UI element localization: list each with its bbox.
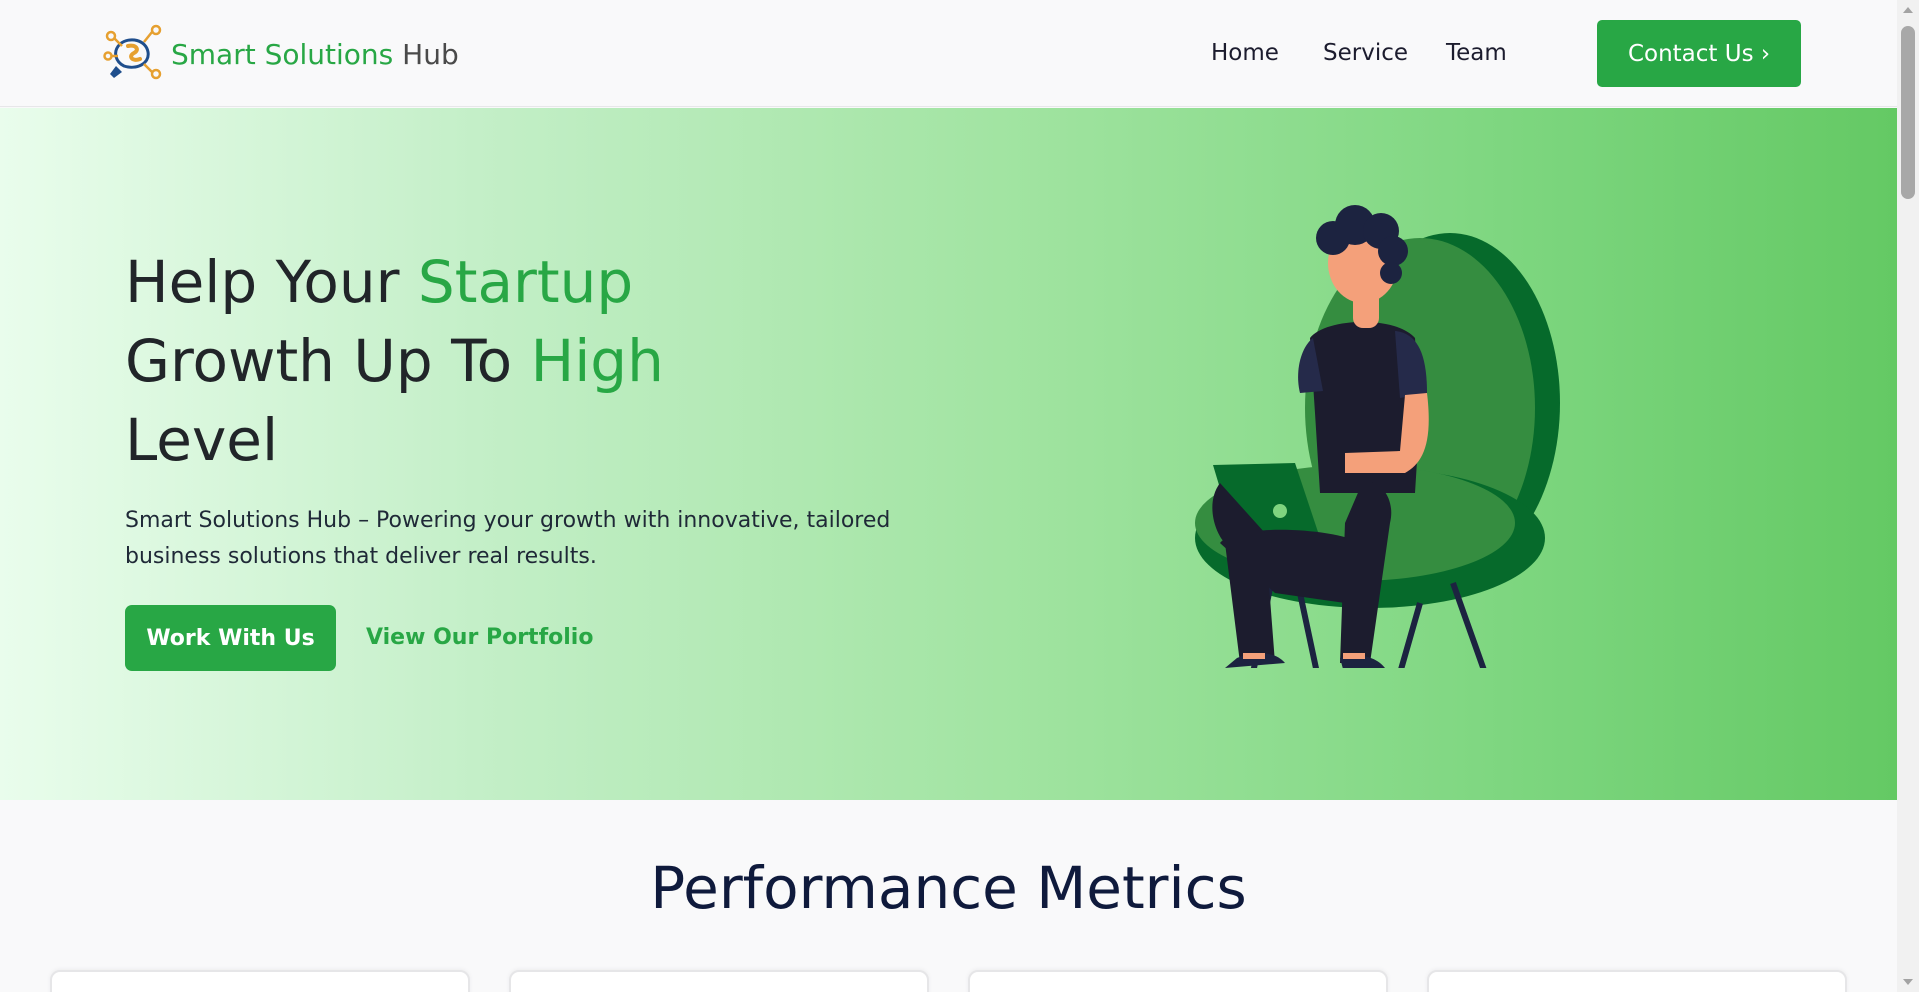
metric-card — [509, 970, 929, 992]
hero-title: Help Your Startup Growth Up To High Leve… — [125, 243, 825, 480]
brand-name: Smart Solutions Hub — [171, 38, 459, 71]
metric-card — [968, 970, 1388, 992]
nav-home-link[interactable]: Home — [1211, 40, 1279, 66]
hero-description: Smart Solutions Hub – Powering your grow… — [125, 508, 891, 569]
brand[interactable]: Smart Solutions Hub — [102, 22, 459, 86]
vertical-scrollbar[interactable] — [1897, 0, 1919, 992]
metric-card — [1427, 970, 1847, 992]
scroll-up-arrow-icon[interactable] — [1901, 3, 1915, 17]
brand-name-secondary: Hub — [402, 37, 459, 71]
hero-title-highlight: Startup — [417, 248, 634, 316]
hero-title-text: Growth Up To — [125, 327, 531, 395]
metric-card — [50, 970, 470, 992]
work-with-us-button[interactable]: Work With Us — [125, 605, 336, 671]
scroll-down-arrow-icon[interactable] — [1901, 975, 1915, 989]
hero-title-highlight: High — [530, 327, 664, 395]
site-header: Smart Solutions Hub Home Service Team Co… — [0, 0, 1897, 107]
lightbulb-network-logo-icon — [103, 24, 162, 80]
contact-us-button[interactable]: Contact Us › — [1597, 20, 1801, 87]
nav-team-link[interactable]: Team — [1446, 40, 1507, 66]
person-with-laptop-illustration — [1195, 205, 1560, 668]
nav-service-link[interactable]: Service — [1323, 40, 1408, 66]
hero-title-text: Level — [125, 406, 279, 474]
view-portfolio-link[interactable]: View Our Portfolio — [366, 620, 593, 656]
brand-name-primary: Smart Solutions — [171, 37, 394, 71]
hero-section: Help Your Startup Growth Up To High Leve… — [0, 108, 1897, 800]
scrollbar-thumb[interactable] — [1901, 26, 1915, 199]
page: Smart Solutions Hub Home Service Team Co… — [0, 0, 1897, 992]
hero-title-text: Help Your — [125, 248, 418, 316]
metrics-title: Performance Metrics — [650, 854, 1247, 922]
